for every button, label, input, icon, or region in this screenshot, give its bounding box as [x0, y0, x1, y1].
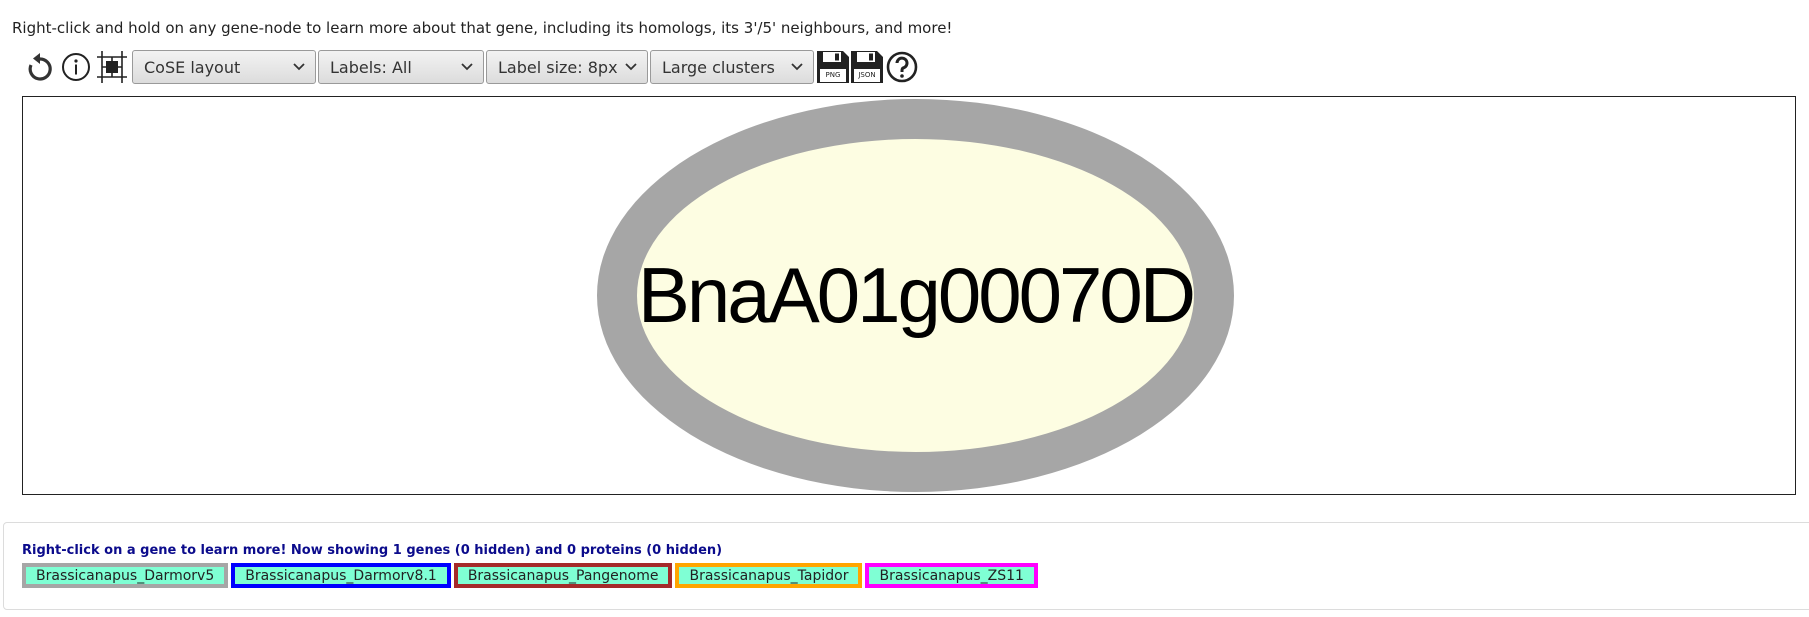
layout-select[interactable]: CoSE layout [132, 50, 316, 84]
chevron-down-icon [293, 63, 305, 71]
reset-icon[interactable] [24, 51, 56, 83]
chevron-down-icon [461, 63, 473, 71]
layout-select-value: CoSE layout [144, 57, 241, 77]
info-icon[interactable] [60, 51, 92, 83]
chevron-down-icon [625, 63, 637, 71]
gene-node[interactable]: BnaA01g00070D [597, 99, 1234, 492]
grid-icon[interactable] [96, 51, 128, 83]
chevron-down-icon [791, 63, 803, 71]
label-size-select[interactable]: Label size: 8px [486, 50, 648, 84]
legend-panel: Right-click on a gene to learn more! Now… [3, 522, 1809, 610]
hint-text: Right-click and hold on any gene-node to… [12, 19, 953, 37]
help-icon[interactable] [886, 51, 918, 83]
legend-item[interactable]: Brassicanapus_Pangenome [453, 563, 673, 588]
status-text: Right-click on a gene to learn more! Now… [22, 543, 723, 558]
legend-list: Brassicanapus_Darmorv5 Brassicanapus_Darm… [22, 563, 1041, 588]
label-size-select-value: Label size: 8px [498, 57, 618, 77]
labels-select[interactable]: Labels: All [318, 50, 484, 84]
legend-item[interactable]: Brassicanapus_Tapidor [675, 563, 863, 588]
floppy-disk-icon [851, 51, 883, 83]
save-json-label: JSON [858, 71, 876, 79]
legend-item[interactable]: Brassicanapus_Darmorv5 [22, 563, 229, 588]
network-canvas[interactable]: BnaA01g00070D [22, 96, 1796, 495]
save-png-label: PNG [825, 71, 841, 79]
floppy-disk-icon [817, 51, 849, 83]
clusters-select[interactable]: Large clusters [650, 50, 814, 84]
labels-select-value: Labels: All [330, 57, 412, 77]
save-json-button[interactable]: JSON [850, 49, 884, 85]
legend-item[interactable]: Brassicanapus_ZS11 [865, 563, 1038, 588]
clusters-select-value: Large clusters [662, 57, 775, 77]
toolbar: CoSE layout Labels: All Label size: 8px … [24, 49, 922, 85]
legend-item[interactable]: Brassicanapus_Darmorv8.1 [231, 563, 451, 588]
save-png-button[interactable]: PNG [816, 49, 850, 85]
gene-node-label: BnaA01g00070D [637, 251, 1196, 339]
